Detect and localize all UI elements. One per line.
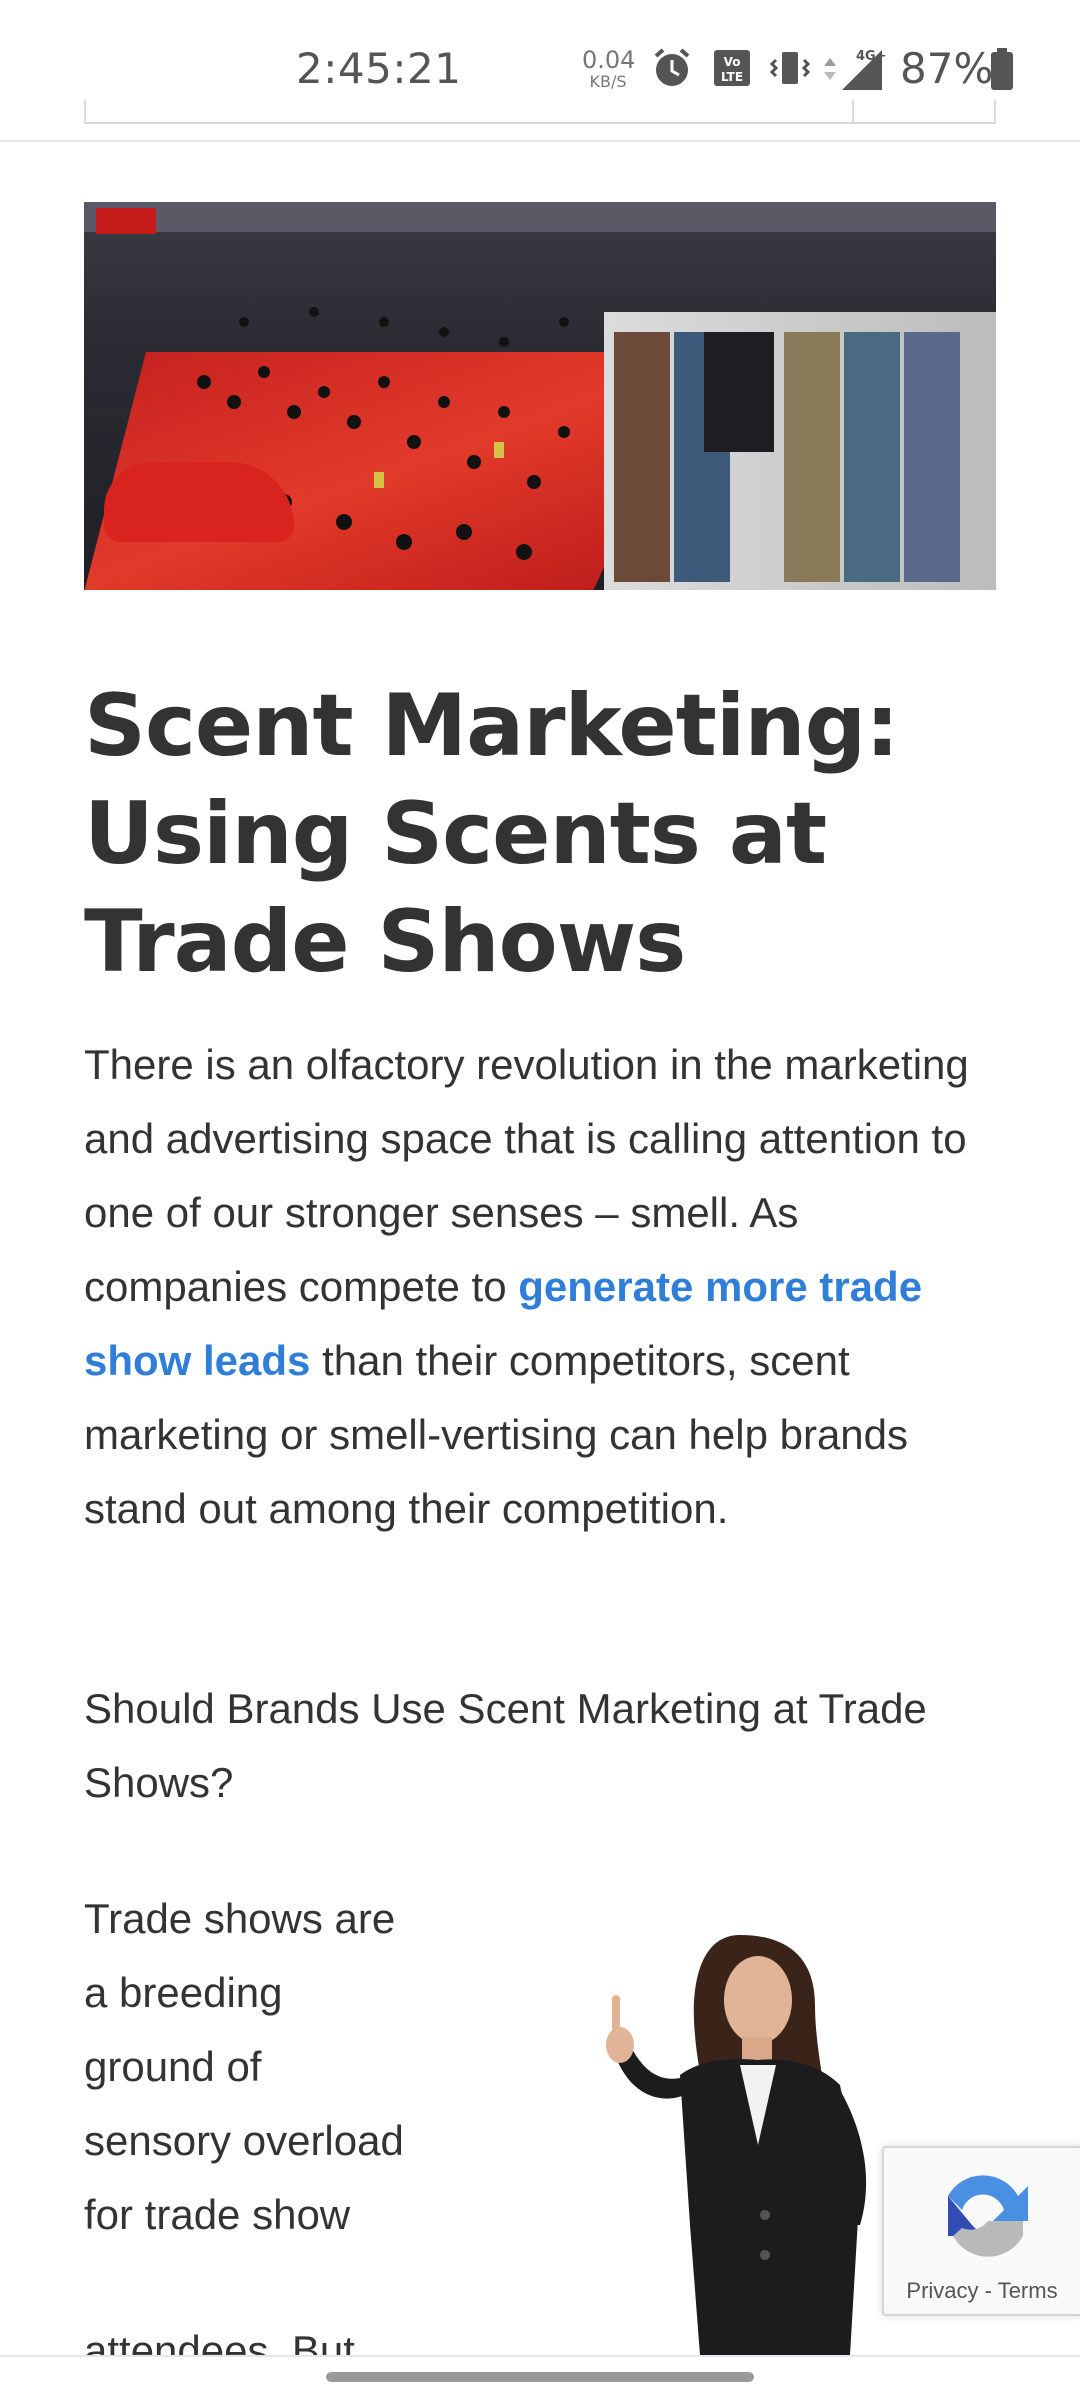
battery-percent: 87% xyxy=(900,44,994,93)
hero-comic-panel xyxy=(614,332,670,582)
signal-4g-icon: 4G+ xyxy=(842,49,886,90)
network-speed: 0.04 KB/S xyxy=(582,46,636,91)
recaptcha-privacy-link[interactable]: Privacy xyxy=(906,2278,978,2303)
network-speed-unit: KB/S xyxy=(589,72,627,91)
network-type-label: 4G+ xyxy=(856,49,886,64)
volte-icon: Vo LTE xyxy=(714,50,750,86)
article-intro: There is an olfactory revolution in the … xyxy=(84,1028,1004,1546)
alarm-icon xyxy=(654,48,690,86)
gesture-navigation-bar[interactable] xyxy=(326,2372,754,2382)
svg-text:LTE: LTE xyxy=(721,70,743,84)
bottom-divider xyxy=(0,2355,1080,2357)
status-time: 2:45:21 xyxy=(296,44,462,93)
svg-text:Vo: Vo xyxy=(724,55,741,69)
hero-comic-panel xyxy=(844,332,900,582)
hero-comic-panel xyxy=(904,332,960,582)
article-paragraph: Trade shows are a breeding ground of sen… xyxy=(84,1895,404,2238)
hero-archaia-booth xyxy=(704,332,774,452)
woman-pointing-image xyxy=(606,1935,867,2355)
previous-element-edge xyxy=(84,100,996,124)
recaptcha-links: Privacy - Terms xyxy=(884,2278,1080,2304)
article-title: Scent Marketing: Using Scents at Trade S… xyxy=(84,676,900,992)
data-arrows-icon xyxy=(824,58,836,80)
recaptcha-logo-icon xyxy=(948,2175,1028,2257)
hero-marvel-sign xyxy=(96,208,156,234)
battery-icon xyxy=(991,48,1013,90)
hero-comic-panel xyxy=(784,332,840,582)
article-paragraph-cut: attendees. But xyxy=(84,2322,414,2356)
recaptcha-separator: - xyxy=(978,2278,998,2303)
recaptcha-terms-link[interactable]: Terms xyxy=(998,2278,1058,2303)
vibrate-icon xyxy=(769,52,811,84)
article-subheading: Should Brands Use Scent Marketing at Tra… xyxy=(84,1685,927,1806)
previous-element-divider xyxy=(852,100,854,122)
recaptcha-badge[interactable]: Privacy - Terms xyxy=(882,2146,1080,2316)
network-speed-value: 0.04 xyxy=(582,46,636,74)
hero-red-car xyxy=(104,462,294,542)
hero-image xyxy=(84,202,996,590)
article-paragraph-cut-text: attendees. But xyxy=(84,2327,355,2356)
